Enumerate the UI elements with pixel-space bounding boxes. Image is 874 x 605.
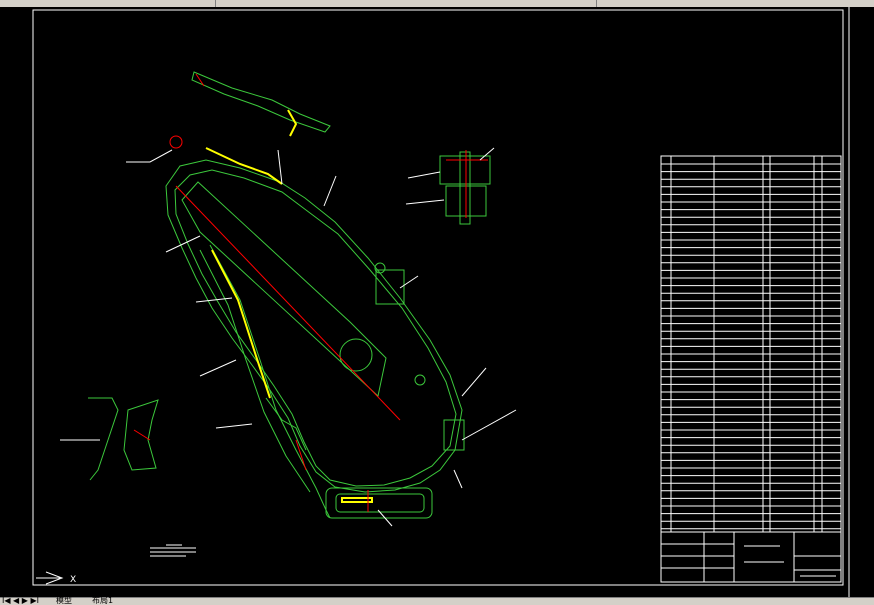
drawing-canvas[interactable]: X xyxy=(0,0,874,604)
main-assembly-outline xyxy=(88,71,491,519)
leader-lines xyxy=(60,147,517,527)
parts-list-table xyxy=(660,155,842,533)
ucs-axis-icon xyxy=(36,571,64,585)
highlight-lines xyxy=(205,109,373,503)
title-block xyxy=(660,531,842,583)
centerlines xyxy=(133,73,488,512)
ucs-axis-label: X xyxy=(70,575,76,585)
technical-notes xyxy=(150,544,196,557)
